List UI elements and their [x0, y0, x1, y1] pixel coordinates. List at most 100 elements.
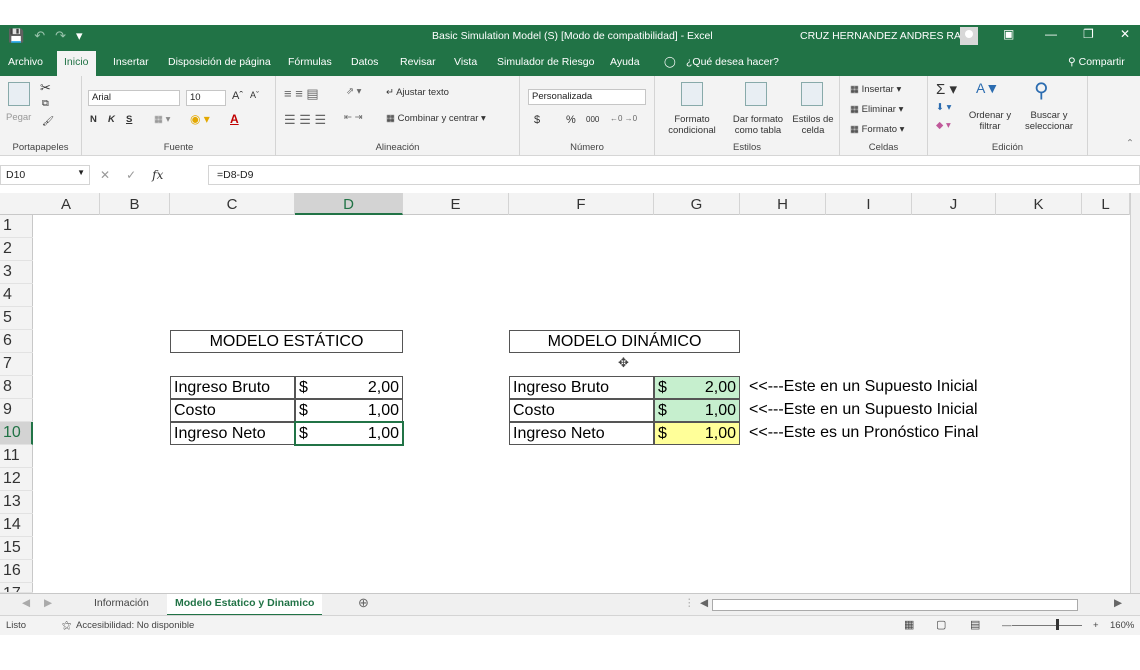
dynamic-label-cell[interactable]: Ingreso Bruto [509, 376, 654, 399]
static-label-cell[interactable]: Ingreso Neto [170, 422, 295, 445]
format-cells-button[interactable]: ▦ Formato ▾ [850, 124, 904, 135]
dynamic-note[interactable]: <<---Este en un Supuesto Inicial [746, 399, 981, 422]
tab-splitter-icon[interactable]: ⋮ [684, 597, 695, 609]
static-model-title[interactable]: MODELO ESTÁTICO [170, 330, 403, 353]
column-header-selected[interactable]: D [295, 193, 403, 215]
align-left-icon[interactable]: ☰ ☰ ☰ [284, 112, 326, 128]
normal-view-icon[interactable]: ▦ [904, 618, 914, 631]
zoom-out-icon[interactable]: — [1002, 620, 1012, 631]
sort-filter-button[interactable]: Ordenar y filtrar [962, 110, 1018, 132]
autosum-icon[interactable]: Σ ▾ [936, 80, 957, 98]
find-icon[interactable]: ⚲ [1034, 78, 1049, 103]
paste-icon[interactable] [8, 82, 30, 106]
assumption-cell[interactable]: $1,00 [654, 399, 740, 422]
minimize-icon[interactable]: — [1045, 27, 1057, 41]
font-name-select[interactable]: Arial [88, 90, 180, 106]
fill-icon[interactable]: ⬇ ▾ [936, 102, 951, 113]
column-header[interactable]: K [996, 193, 1082, 215]
column-header[interactable]: L [1082, 193, 1130, 215]
next-sheet-icon[interactable]: ▶ [44, 597, 52, 609]
scroll-left-icon[interactable]: ◀ [700, 597, 708, 609]
collapse-ribbon-icon[interactable]: ⌃ [1126, 138, 1134, 149]
zoom-level[interactable]: 160% [1110, 620, 1134, 631]
wrap-text-button[interactable]: ↵ Ajustar texto [386, 87, 449, 98]
accessibility-status[interactable]: Accesibilidad: No disponible [76, 620, 194, 631]
number-format-select[interactable]: Personalizada [528, 89, 646, 105]
fill-color-icon[interactable]: ◉ ▾ [190, 112, 210, 126]
static-value-cell[interactable]: $2,00 [295, 376, 403, 399]
enter-icon[interactable]: ✓ [126, 168, 136, 182]
worksheet[interactable]: MODELO ESTÁTICO Ingreso Bruto $2,00 Cost… [33, 215, 1130, 593]
table-format-icon[interactable] [745, 82, 767, 106]
sheet-tab-informacion[interactable]: Información [94, 597, 149, 609]
orientation-icon[interactable]: ⇗ ▾ [346, 86, 361, 97]
tab-ayuda[interactable]: Ayuda [610, 56, 640, 68]
row-header[interactable]: 8 [0, 376, 33, 399]
row-header[interactable]: 16 [0, 560, 33, 583]
align-top-icon[interactable]: ≡ ≡ ▤ [284, 86, 319, 102]
static-label-cell[interactable]: Costo [170, 399, 295, 422]
font-color-icon[interactable]: A [230, 112, 239, 126]
redo-icon[interactable]: ↷ [55, 28, 66, 44]
save-icon[interactable]: 💾 [8, 28, 24, 44]
row-header[interactable]: 12 [0, 468, 33, 491]
sort-filter-icon[interactable]: A▼ [976, 80, 999, 96]
column-header[interactable]: J [912, 193, 996, 215]
row-header-selected[interactable]: 10 [0, 422, 33, 445]
prev-sheet-icon[interactable]: ◀ [22, 597, 30, 609]
column-header[interactable]: G [654, 193, 740, 215]
conditional-format-button[interactable]: Formato condicional [659, 114, 725, 136]
ribbon-display-icon[interactable]: ▣ [1003, 27, 1014, 41]
dynamic-label-cell[interactable]: Costo [509, 399, 654, 422]
tab-formulas[interactable]: Fórmulas [288, 56, 332, 68]
row-header[interactable]: 2 [0, 238, 33, 261]
chevron-down-icon[interactable]: ▼ [77, 168, 85, 177]
conditional-format-icon[interactable] [681, 82, 703, 106]
shrink-font-icon[interactable]: Aˇ [250, 90, 259, 100]
currency-button[interactable]: $ [534, 114, 540, 126]
static-label-cell[interactable]: Ingreso Bruto [170, 376, 295, 399]
column-header[interactable]: E [403, 193, 509, 215]
cell-styles-button[interactable]: Estilos de celda [789, 114, 837, 136]
tab-revisar[interactable]: Revisar [400, 56, 436, 68]
accessibility-icon[interactable]: ⚝ [62, 620, 71, 631]
horizontal-scrollbar[interactable] [712, 599, 1078, 611]
close-icon[interactable]: ✕ [1120, 27, 1130, 41]
cancel-icon[interactable]: ✕ [100, 168, 110, 182]
tab-inicio[interactable]: Inicio [57, 51, 96, 76]
page-layout-icon[interactable]: ▢ [936, 618, 946, 631]
dynamic-model-title[interactable]: MODELO DINÁMICO [509, 330, 740, 353]
zoom-slider[interactable] [1012, 625, 1082, 626]
row-header[interactable]: 6 [0, 330, 33, 353]
tab-vista[interactable]: Vista [454, 56, 477, 68]
row-header[interactable]: 15 [0, 537, 33, 560]
row-header[interactable]: 3 [0, 261, 33, 284]
static-value-cell[interactable]: $1,00 [295, 399, 403, 422]
function-icon[interactable]: fx [152, 168, 163, 182]
tab-simulador[interactable]: Simulador de Riesgo [497, 56, 594, 68]
row-header[interactable]: 14 [0, 514, 33, 537]
user-name[interactable]: CRUZ HERNANDEZ ANDRES RAUL [800, 30, 974, 42]
name-box[interactable]: D10 ▼ [0, 165, 90, 185]
assumption-cell[interactable]: $2,00 [654, 376, 740, 399]
row-header[interactable]: 4 [0, 284, 33, 307]
static-value-cell-selected[interactable]: $1,00 [294, 421, 404, 446]
column-header[interactable]: H [740, 193, 826, 215]
cut-icon[interactable]: ✂ [40, 80, 51, 96]
dynamic-note[interactable]: <<---Este es un Pronóstico Final [746, 422, 981, 445]
column-header[interactable]: C [170, 193, 295, 215]
font-size-select[interactable]: 10 [186, 90, 226, 106]
copy-icon[interactable]: ⧉ [42, 98, 49, 109]
formula-input[interactable]: =D8-D9 [208, 165, 1140, 185]
percent-button[interactable]: % [566, 114, 576, 126]
column-header[interactable]: I [826, 193, 912, 215]
zoom-thumb[interactable] [1056, 619, 1059, 630]
column-header[interactable]: F [509, 193, 654, 215]
underline-button[interactable]: S [126, 114, 132, 125]
borders-icon[interactable]: ▦ ▾ [154, 114, 170, 125]
tab-archivo[interactable]: Archivo [8, 56, 43, 68]
decimal-icon[interactable]: ←0 →0 [610, 114, 637, 123]
tell-me-input[interactable]: ¿Qué desea hacer? [686, 56, 779, 68]
row-header[interactable]: 7 [0, 353, 33, 376]
undo-icon[interactable]: ↶ [34, 28, 45, 44]
